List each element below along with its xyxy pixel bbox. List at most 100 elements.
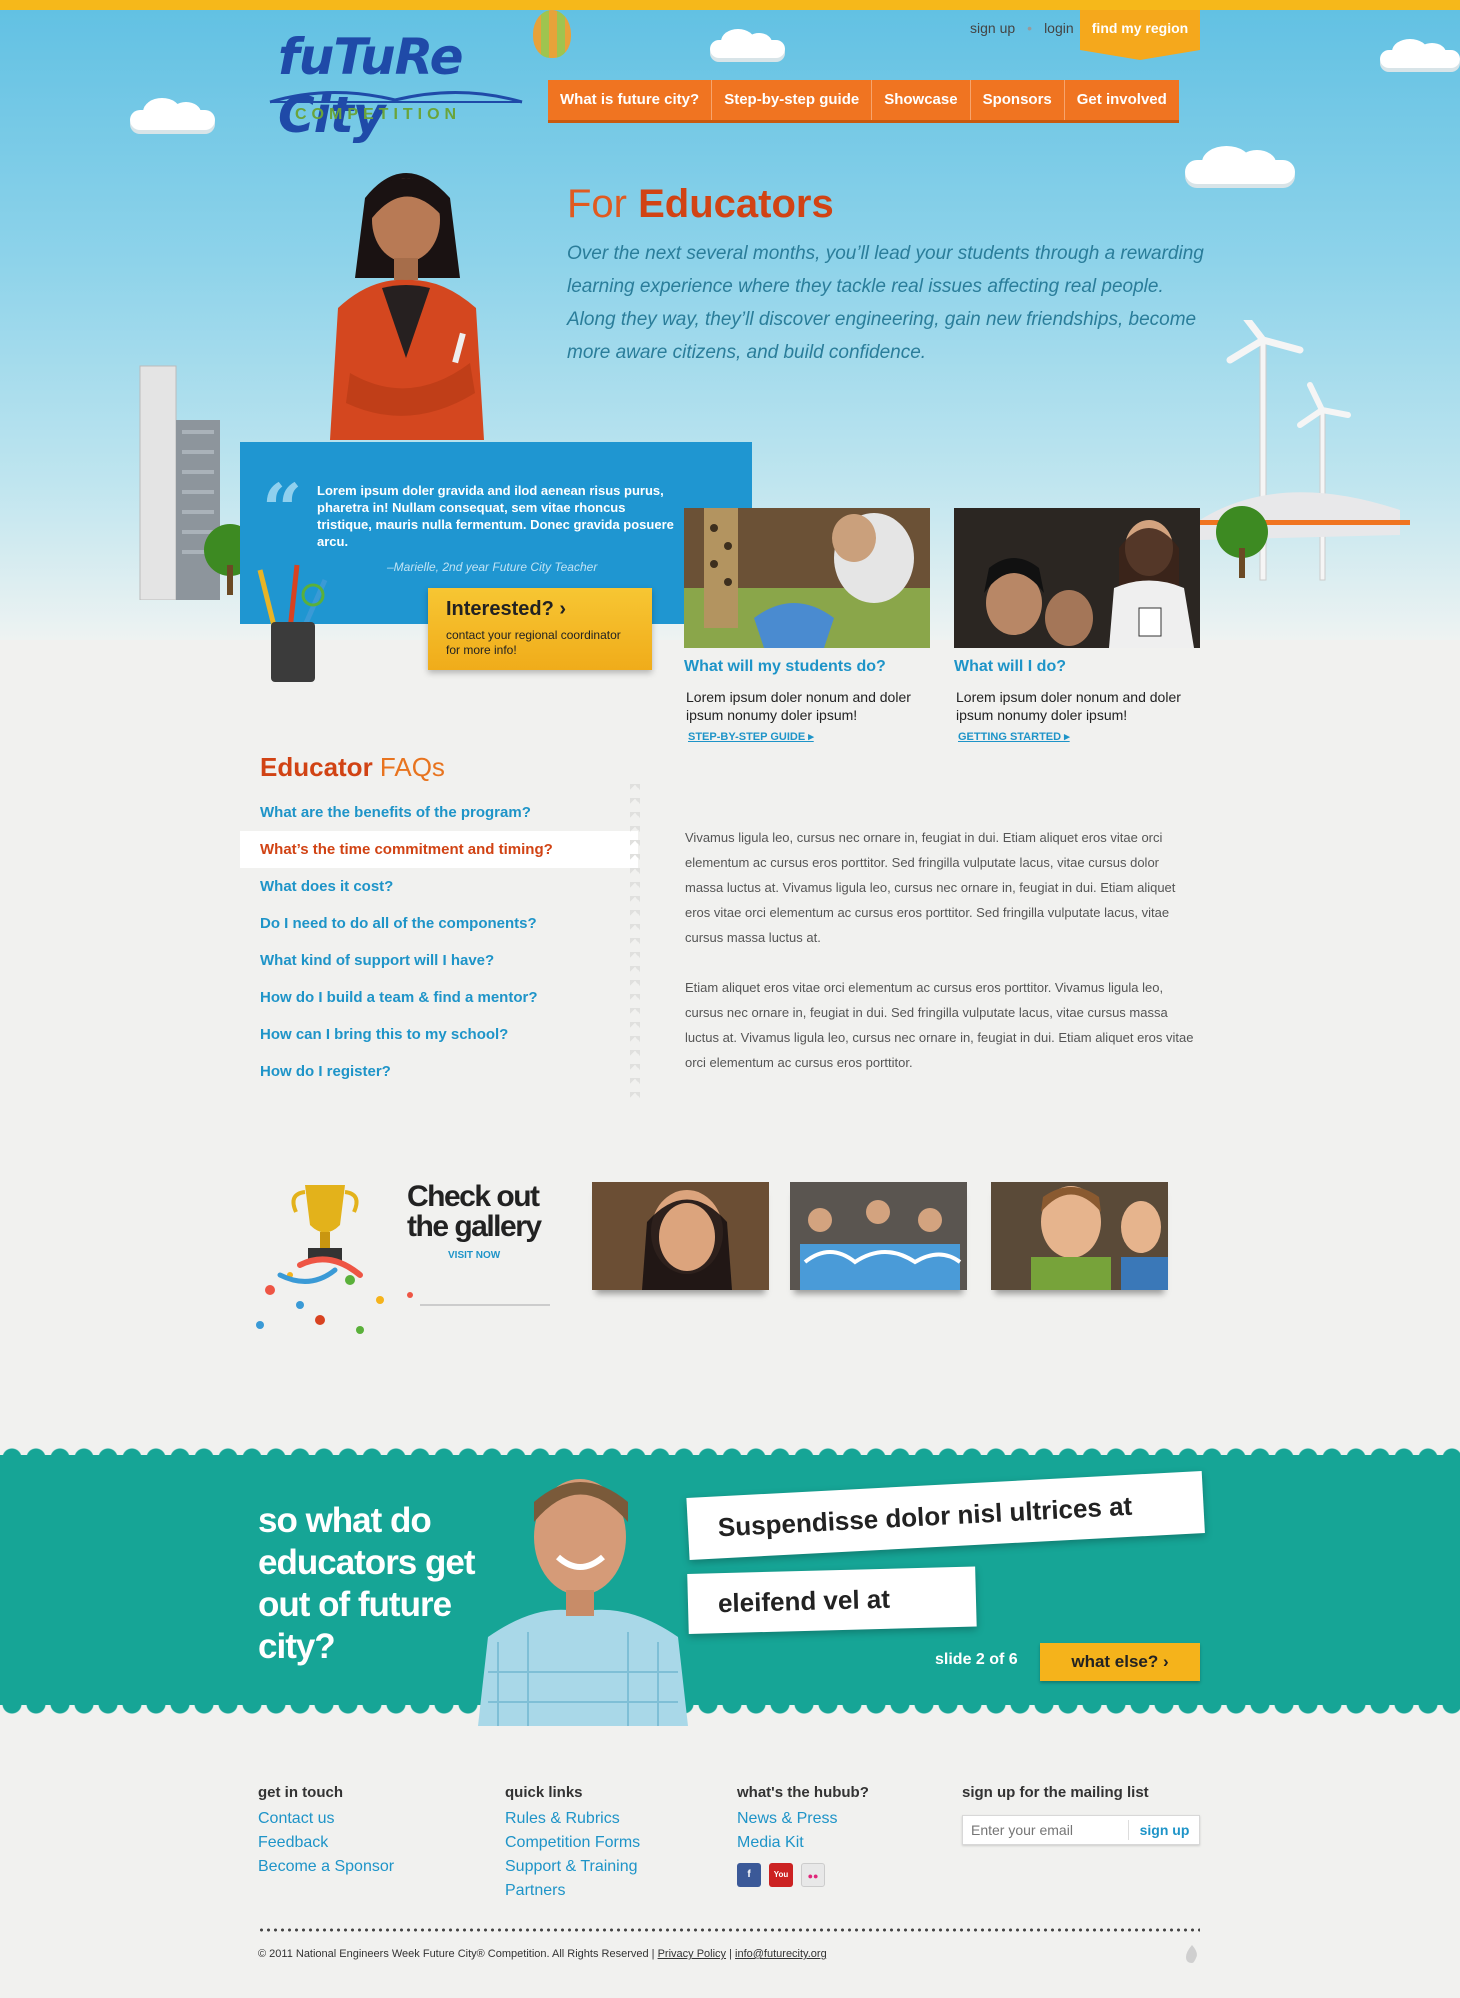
faq-list: What are the benefits of the program? Wh…	[240, 794, 638, 1090]
faq-item[interactable]: What does it cost?	[240, 868, 638, 905]
card-title: What will I do?	[954, 658, 1066, 675]
faq-item[interactable]: How can I bring this to my school?	[240, 1016, 638, 1053]
partners-link[interactable]: Partners	[505, 1879, 640, 1903]
gallery-thumbnail[interactable]	[991, 1182, 1168, 1290]
media-kit-link[interactable]: Media Kit	[737, 1831, 869, 1855]
logo-subtitle: COMPETITION	[295, 106, 462, 123]
faq-item[interactable]: What are the benefits of the program?	[240, 794, 638, 831]
interested-subtitle: contact your regional coordinator for mo…	[446, 628, 621, 657]
educator-portrait	[478, 1479, 688, 1726]
future-city-logo[interactable]: fuTuRe City COMPETITION	[260, 28, 530, 144]
contact-us-link[interactable]: Contact us	[258, 1807, 394, 1831]
step-by-step-guide-link[interactable]: STEP-BY-STEP GUIDE ▸	[688, 730, 814, 743]
nav-showcase[interactable]: Showcase	[872, 80, 971, 120]
competition-forms-link[interactable]: Competition Forms	[505, 1831, 640, 1855]
card-text: Lorem ipsum doler nonum and doler ipsum …	[956, 689, 1181, 723]
cloud-decoration	[1185, 145, 1295, 184]
footer-get-in-touch: get in touch Contact us Feedback Become …	[258, 1784, 394, 1879]
card-educator: What will I do? Lorem ipsum doler nonum …	[954, 508, 1200, 743]
gallery-heading: Check out the gallery	[407, 1180, 542, 1243]
faq-heading-rest: FAQs	[372, 752, 445, 782]
faq-zigzag-divider	[630, 784, 640, 1104]
quote-text: Lorem ipsum doler gravida and ilod aenea…	[317, 483, 674, 549]
main-nav: What is future city? Step-by-step guide …	[548, 80, 1179, 120]
faq-item[interactable]: How do I register?	[240, 1053, 638, 1090]
interested-callout[interactable]: Interested? › contact your regional coor…	[428, 588, 652, 670]
social-icons: f You ●●	[737, 1863, 869, 1887]
email-link[interactable]: info@futurecity.org	[735, 1948, 827, 1960]
nav-sponsors[interactable]: Sponsors	[971, 80, 1065, 120]
email-input[interactable]	[963, 1816, 1128, 1844]
footer-heading: get in touch	[258, 1784, 343, 1801]
utility-links: sign up • login	[970, 20, 1074, 36]
faq-answer-paragraph: Etiam aliquet eros vitae orci elementum …	[685, 980, 1194, 1070]
educator-photo	[330, 173, 484, 440]
title-bold: Educators	[638, 182, 834, 226]
flame-icon	[1186, 1945, 1197, 1963]
slide-line-card: eleifend vel at	[687, 1566, 977, 1634]
students-photo[interactable]	[684, 508, 930, 648]
youtube-icon[interactable]: You	[769, 1863, 793, 1887]
mailing-signup-form: sign up	[962, 1815, 1200, 1845]
gallery-heading-line: the gallery	[407, 1210, 542, 1243]
faq-answer-paragraph: Vivamus ligula leo, cursus nec ornare in…	[685, 830, 1176, 945]
title-prefix: For	[567, 182, 627, 226]
facebook-icon[interactable]: f	[737, 1863, 761, 1887]
quote-author: –Marielle, 2nd year Future City Teacher	[387, 560, 598, 574]
interested-title: Interested? ›	[446, 598, 567, 620]
feedback-link[interactable]: Feedback	[258, 1831, 394, 1855]
card-text: Lorem ipsum doler nonum and doler ipsum …	[686, 689, 911, 723]
visit-gallery-link[interactable]: VISIT NOW	[448, 1250, 500, 1261]
gallery-thumbnail[interactable]	[592, 1182, 769, 1290]
copyright-line: © 2011 National Engineers Week Future Ci…	[258, 1948, 827, 1960]
nav-get-involved[interactable]: Get involved	[1065, 80, 1179, 120]
quote-icon: “	[262, 468, 303, 551]
news-press-link[interactable]: News & Press	[737, 1807, 869, 1831]
sign-up-link[interactable]: sign up	[970, 20, 1015, 36]
educator-activity-photo[interactable]	[954, 508, 1200, 648]
wave-divider-bottom	[0, 1704, 1460, 1722]
faq-heading: Educator FAQs	[260, 752, 445, 783]
faq-item[interactable]: How do I build a team & find a mentor?	[240, 979, 638, 1016]
flickr-icon[interactable]: ●●	[801, 1863, 825, 1887]
faq-item[interactable]: What kind of support will I have?	[240, 942, 638, 979]
nav-what-is-future-city[interactable]: What is future city?	[548, 80, 713, 120]
gallery-thumbnail[interactable]	[790, 1182, 967, 1290]
faq-answer: Vivamus ligula leo, cursus nec ornare in…	[685, 825, 1200, 1075]
cloud-decoration	[1380, 39, 1460, 68]
rules-rubrics-link[interactable]: Rules & Rubrics	[505, 1807, 640, 1831]
getting-started-link[interactable]: GETTING STARTED ▸	[958, 730, 1070, 743]
gallery-heading-line: Check out	[407, 1180, 540, 1213]
hot-air-balloon-icon	[533, 10, 571, 58]
find-my-region-button[interactable]: find my region	[1080, 10, 1200, 60]
footer-hubub: what's the hubub? News & Press Media Kit…	[737, 1784, 869, 1887]
hero-intro-text: Over the next several months, you’ll lea…	[567, 243, 1204, 363]
mailing-signup-button[interactable]: sign up	[1128, 1820, 1200, 1840]
page-title: For Educators	[567, 182, 834, 227]
separator-dot: •	[1027, 20, 1033, 36]
footer-heading: quick links	[505, 1784, 583, 1801]
footer-heading: what's the hubub?	[737, 1784, 869, 1801]
privacy-policy-link[interactable]: Privacy Policy	[658, 1948, 726, 1960]
become-sponsor-link[interactable]: Become a Sponsor	[258, 1855, 394, 1879]
copyright-text: © 2011 National Engineers Week Future Ci…	[258, 1948, 658, 1960]
nav-step-by-step-guide[interactable]: Step-by-step guide	[712, 80, 873, 120]
support-training-link[interactable]: Support & Training	[505, 1855, 640, 1879]
footer-heading: sign up for the mailing list	[962, 1784, 1149, 1801]
windmills-illustration	[1200, 320, 1410, 581]
card-title: What will my students do?	[684, 658, 886, 675]
footer-dotted-divider	[258, 1928, 1200, 1932]
footer-quick-links: quick links Rules & Rubrics Competition …	[505, 1784, 640, 1903]
cloud-decoration	[710, 29, 785, 58]
faq-heading-bold: Educator	[260, 752, 373, 782]
cloud-decoration	[130, 98, 215, 130]
pencil-cup-icon	[257, 564, 328, 682]
feature-heading: so what do educators get out of future c…	[258, 1501, 476, 1666]
faq-item[interactable]: Do I need to do all of the components?	[240, 905, 638, 942]
top-accent-bar	[0, 0, 1460, 10]
card-students: What will my students do? Lorem ipsum do…	[684, 508, 930, 743]
footer-mailing-list: sign up for the mailing list	[962, 1784, 1149, 1807]
faq-item-active[interactable]: What’s the time commitment and timing?	[240, 831, 638, 868]
what-else-button[interactable]: what else? ›	[1040, 1643, 1200, 1681]
login-link[interactable]: login	[1044, 20, 1074, 36]
